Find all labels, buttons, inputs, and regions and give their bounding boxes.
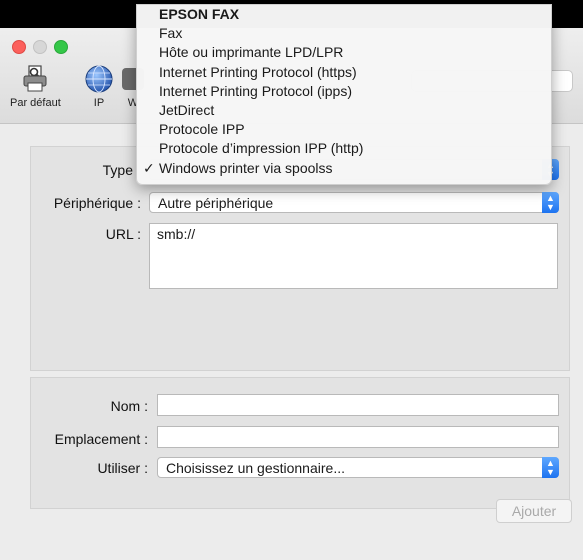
toolbar-default-button[interactable]: Par défaut [10, 64, 61, 109]
location-field[interactable] [157, 426, 559, 448]
menu-item-jetdirect[interactable]: JetDirect [137, 101, 551, 120]
use-label: Utiliser : [97, 460, 148, 476]
globe-icon [84, 64, 114, 94]
toolbar-ip-label: IP [93, 97, 105, 109]
minimize-button[interactable] [33, 40, 47, 54]
name-label: Nom : [110, 398, 148, 414]
menu-item-label: EPSON FAX [159, 6, 240, 22]
menu-item-label: Protocole d’impression IPP (http) [159, 140, 364, 157]
menu-item-windows-spoolss[interactable]: ✓ Windows printer via spoolss [137, 159, 551, 178]
driver-value: Choisissez un gestionnaire... [166, 460, 345, 476]
menu-item-label: Fax [159, 25, 183, 42]
chevron-updown-icon: ▲▼ [542, 457, 559, 478]
menu-item-ipp-http[interactable]: Protocole d’impression IPP (http) [137, 139, 551, 158]
menu-item-lpd[interactable]: Hôte ou imprimante LPD/LPR [137, 43, 551, 62]
menu-item-ipp-https[interactable]: Internet Printing Protocol (https) [137, 63, 551, 82]
checkmark-icon: ✓ [143, 159, 155, 176]
add-button[interactable]: Ajouter [496, 499, 572, 523]
menu-item-ipp-ipps[interactable]: Internet Printing Protocol (ipps) [137, 82, 551, 101]
menu-item-label: JetDirect [159, 101, 215, 118]
url-value: smb:// [157, 226, 196, 242]
type-label: Type [102, 162, 133, 178]
device-label: Périphérique : [53, 195, 141, 211]
printer-icon [20, 64, 50, 94]
menu-item-epson-fax[interactable]: EPSON FAX [137, 5, 551, 24]
menu-item-label: Windows printer via spoolss [159, 159, 333, 176]
menu-item-label: Hôte ou imprimante LPD/LPR [159, 44, 344, 61]
menu-item-fax[interactable]: Fax [137, 24, 551, 43]
menu-item-protocole-ipp[interactable]: Protocole IPP [137, 120, 551, 139]
menu-item-label: Internet Printing Protocol (https) [159, 63, 357, 80]
url-field[interactable]: smb:// [149, 223, 558, 289]
menu-item-label: Protocole IPP [159, 121, 245, 138]
location-label: Emplacement : [54, 431, 148, 447]
toolbar-default-label: Par défaut [10, 97, 61, 109]
close-button[interactable] [12, 40, 26, 54]
url-label: URL : [105, 226, 141, 242]
device-popup[interactable]: Autre périphérique ▲ ▼ [149, 192, 559, 213]
printer-details-panel: Nom : Emplacement : Utiliser : Choisisse… [30, 377, 570, 509]
name-field[interactable] [157, 394, 559, 416]
type-dropdown-menu: EPSON FAX Fax Hôte ou imprimante LPD/LPR… [136, 4, 552, 185]
chevron-updown-icon: ▲▼ [542, 192, 559, 213]
toolbar-ip-button[interactable]: IP [84, 64, 114, 109]
menu-item-label: Internet Printing Protocol (ipps) [159, 82, 352, 99]
driver-popup[interactable]: Choisissez un gestionnaire... ▲ ▼ [157, 457, 559, 478]
device-value: Autre périphérique [158, 195, 274, 211]
zoom-button[interactable] [54, 40, 68, 54]
